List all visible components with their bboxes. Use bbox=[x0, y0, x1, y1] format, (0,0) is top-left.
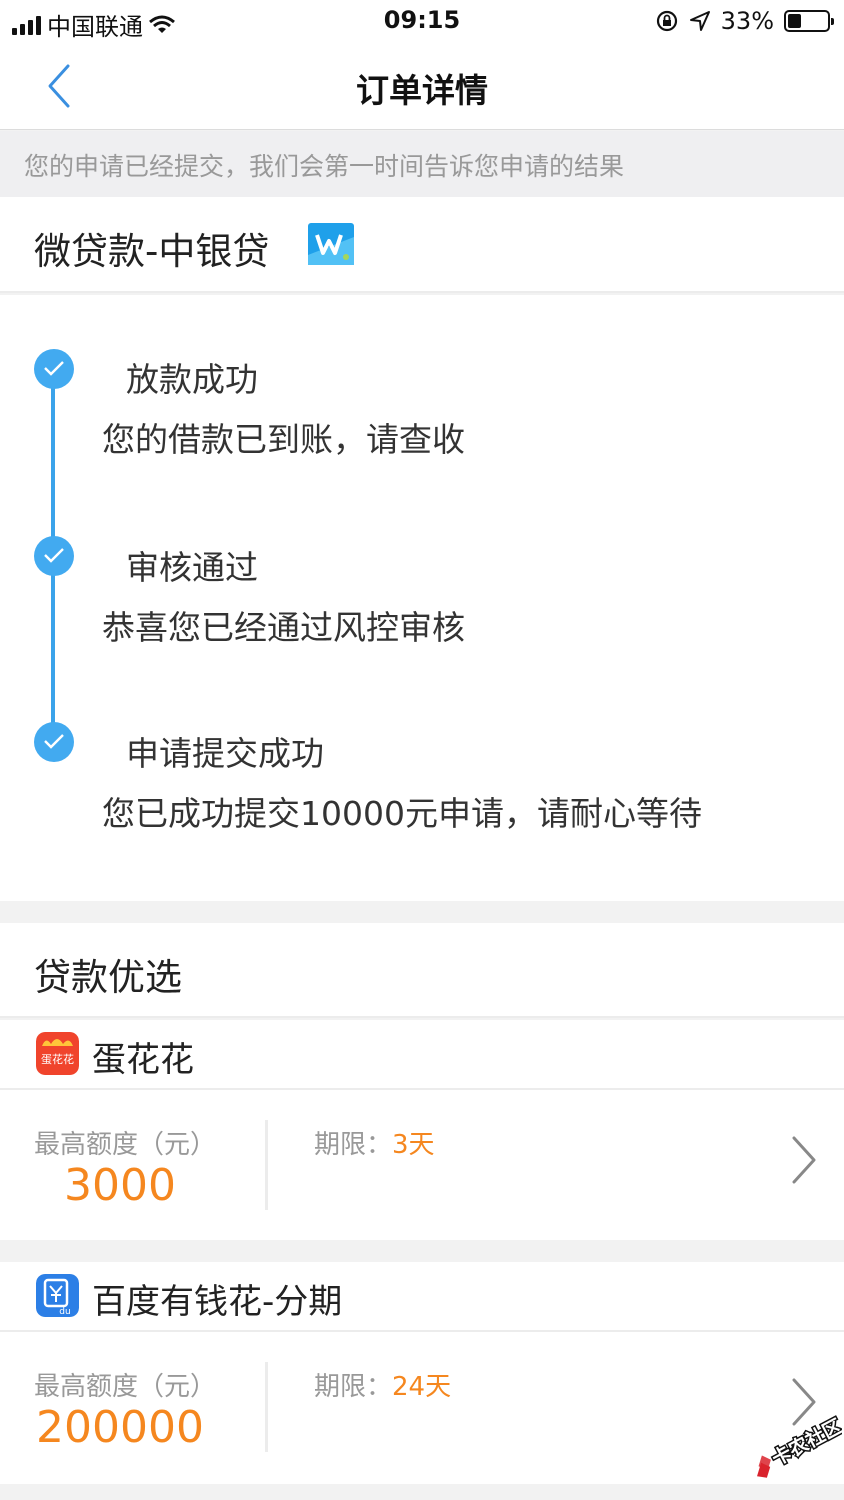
loan-card-danhuahua[interactable]: 蛋花花 蛋花花 最高额度（元） 3000 期限：3天 bbox=[0, 1020, 844, 1240]
nav-bar: 订单详情 bbox=[0, 44, 844, 130]
page-title: 订单详情 bbox=[356, 71, 488, 110]
notice-banner: 您的申请已经提交，我们会第一时间告诉您申请的结果 bbox=[0, 131, 844, 197]
vertical-divider bbox=[265, 1362, 268, 1452]
recommend-header: 贷款优选 bbox=[0, 923, 844, 1018]
timeline-step-desc: 您已成功提交10000元申请，请耐心等待 bbox=[102, 794, 702, 833]
baidu-youqianhua-logo-icon: du bbox=[36, 1274, 79, 1317]
danhuahua-logo-text: 蛋花花 bbox=[41, 1053, 74, 1066]
check-circle-icon bbox=[34, 536, 74, 576]
max-amount-label: 最高额度（元） bbox=[34, 1130, 217, 1160]
timeline-step-title: 申请提交成功 bbox=[126, 734, 324, 773]
loan-card-header: du 百度有钱花-分期 bbox=[0, 1262, 844, 1332]
vertical-divider bbox=[265, 1120, 268, 1210]
term-value: 3天 bbox=[392, 1130, 435, 1160]
loan-card-header: 蛋花花 蛋花花 bbox=[0, 1020, 844, 1090]
timeline-step-desc: 恭喜您已经通过风控审核 bbox=[102, 608, 465, 647]
timeline-step-title: 审核通过 bbox=[126, 548, 258, 587]
order-timeline: 放款成功 您的借款已到账，请查收 审核通过 恭喜您已经通过风控审核 申请提交成功… bbox=[0, 295, 844, 901]
section-title: 贷款优选 bbox=[34, 956, 182, 999]
watermark-logo: 卡农社区 bbox=[757, 1413, 842, 1478]
max-amount-label: 最高额度（元） bbox=[34, 1372, 217, 1402]
status-right: 33% bbox=[655, 7, 834, 35]
baidu-logo-text: du bbox=[59, 1307, 70, 1317]
check-circle-icon bbox=[34, 349, 74, 389]
chevron-right-icon bbox=[792, 1136, 816, 1184]
loan-name: 百度有钱花-分期 bbox=[92, 1282, 343, 1322]
product-header: 微贷款-中银贷 bbox=[0, 197, 844, 293]
check-circle-icon bbox=[34, 722, 74, 762]
product-name: 微贷款-中银贷 bbox=[34, 230, 270, 273]
term-label: 期限： bbox=[314, 1372, 393, 1402]
max-amount-value: 200000 bbox=[36, 1402, 204, 1453]
danhuahua-logo-icon: 蛋花花 bbox=[36, 1032, 79, 1075]
product-logo-icon bbox=[308, 223, 354, 265]
max-amount-value: 3000 bbox=[64, 1160, 176, 1211]
status-bar: 中国联通 09:15 33% bbox=[0, 0, 844, 44]
battery-fill bbox=[788, 14, 801, 28]
battery-percent: 33% bbox=[720, 7, 774, 35]
timeline-step-title: 放款成功 bbox=[126, 360, 258, 399]
location-icon bbox=[689, 11, 710, 31]
watermark-text: 卡农社区 bbox=[768, 1414, 842, 1470]
term-info: 期限：24天 bbox=[314, 1366, 451, 1403]
loan-name: 蛋花花 bbox=[92, 1040, 194, 1080]
term-info: 期限：3天 bbox=[314, 1124, 435, 1161]
term-value: 24天 bbox=[392, 1372, 452, 1402]
loan-card-baidu-youqianhua[interactable]: du 百度有钱花-分期 最高额度（元） 200000 期限：24天 bbox=[0, 1262, 844, 1484]
rotation-lock-icon bbox=[656, 10, 677, 32]
battery-icon bbox=[784, 10, 834, 32]
timeline-step-desc: 您的借款已到账，请查收 bbox=[102, 420, 465, 459]
term-label: 期限： bbox=[314, 1130, 393, 1160]
